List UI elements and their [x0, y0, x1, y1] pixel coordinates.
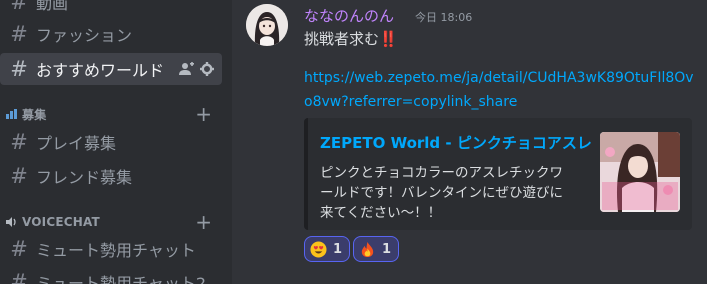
message-text: 挑戦者求む‼️: [304, 28, 398, 49]
add-member-icon[interactable]: [179, 62, 194, 76]
channel-label: おすすめワールド: [36, 61, 165, 80]
embed-description-line: 来てください〜！！: [320, 205, 442, 221]
channel-label: ミュート勢用チャット2: [36, 274, 207, 284]
channel-label: フレンド募集: [36, 168, 133, 187]
reaction-heart-eyes[interactable]: 1: [304, 236, 350, 262]
hash-icon: #: [10, 57, 28, 81]
channel-sidebar: # 動画 # ファッション # おすすめワールド 募集 + # プレイ募集 # …: [0, 0, 232, 284]
channel-item-mute-chat-2[interactable]: # ミュート勢用チャット2: [0, 266, 222, 284]
reaction-count: 1: [333, 241, 343, 257]
channel-item-videos[interactable]: # 動画: [0, 0, 222, 18]
channel-label: ファッション: [36, 26, 133, 45]
embed-thumbnail[interactable]: [600, 132, 680, 212]
hash-icon: #: [10, 237, 28, 261]
speaker-icon: [6, 217, 16, 227]
message-author[interactable]: ななのんのん: [304, 5, 394, 26]
heart-eyes-emoji-icon: [310, 240, 327, 258]
channel-item-friend-recruit[interactable]: # フレンド募集: [0, 160, 222, 192]
channel-label: プレイ募集: [36, 134, 117, 153]
channel-label: ミュート勢用チャット: [36, 241, 196, 260]
embed-thumbnail-image: [600, 132, 680, 212]
message-timestamp: 今日 18:06: [415, 11, 473, 24]
avatar[interactable]: [246, 4, 288, 46]
channel-item-recommended-worlds[interactable]: # おすすめワールド: [0, 53, 222, 85]
category-label: 募集: [22, 107, 47, 122]
create-channel-icon[interactable]: +: [195, 102, 212, 126]
category-recruit[interactable]: 募集 +: [0, 102, 222, 126]
channel-item-fashion[interactable]: # ファッション: [0, 18, 222, 50]
reaction-count: 1: [382, 241, 392, 257]
reaction-fire[interactable]: 1: [353, 236, 399, 262]
message-link-continued[interactable]: o8vw?referrer=copylink_share: [304, 94, 517, 110]
hash-icon: #: [10, 22, 28, 46]
hash-icon: #: [10, 0, 28, 14]
hash-icon: #: [10, 270, 28, 284]
channel-item-play-recruit[interactable]: # プレイ募集: [0, 126, 222, 158]
message-body: 挑戦者求む: [304, 30, 380, 48]
link-embed: ZEPETO World - ピンクチョコアスレ ピンクとチョコカラーのアスレチ…: [304, 118, 692, 230]
hash-icon: #: [10, 130, 28, 154]
category-label: VOICECHAT: [22, 215, 100, 229]
embed-description-line: ールドです！バレンタインにぜひ遊びに: [320, 185, 563, 201]
avatar-image: [246, 4, 288, 46]
channel-item-mute-chat[interactable]: # ミュート勢用チャット: [0, 233, 222, 265]
double-exclamation-emoji: ‼️: [379, 30, 398, 48]
chart-icon: [6, 109, 17, 119]
create-channel-icon[interactable]: +: [195, 210, 212, 234]
hash-icon: #: [10, 164, 28, 188]
fire-emoji-icon: [361, 241, 374, 257]
gear-icon[interactable]: [200, 62, 214, 76]
channel-label: 動画: [36, 0, 69, 13]
message-link[interactable]: https://web.zepeto.me/ja/detail/CUdHA3wK…: [304, 70, 694, 86]
embed-description-line: ピンクとチョコカラーのアスレチックワ: [320, 165, 563, 181]
category-voicechat[interactable]: VOICECHAT +: [0, 210, 222, 234]
embed-title[interactable]: ZEPETO World - ピンクチョコアスレ: [320, 132, 592, 153]
